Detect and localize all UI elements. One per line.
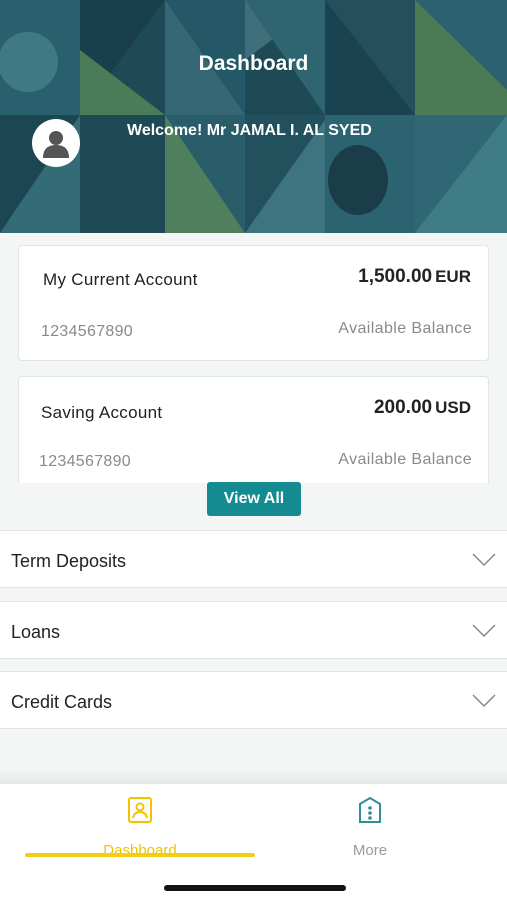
account-card-saving[interactable]: Saving Account 200.00 USD 1234567890 Avai…: [18, 376, 489, 483]
section-term-deposits[interactable]: Term Deposits: [0, 530, 507, 588]
section-loans[interactable]: Loans: [0, 601, 507, 659]
welcome-message: Welcome! Mr JAMAL I. AL SYED: [127, 122, 372, 139]
account-name: My Current Account: [43, 270, 198, 289]
amount-currency: EUR: [435, 267, 471, 286]
dashboard-header: Dashboard Welcome! Mr JAMAL I. AL SYED: [0, 0, 507, 233]
tab-dashboard[interactable]: Dashboard: [25, 796, 255, 859]
section-label: Term Deposits: [11, 551, 127, 571]
avatar[interactable]: [32, 119, 80, 167]
bottom-tab-bar: Dashboard More: [0, 784, 507, 900]
dashboard-icon: [128, 797, 152, 823]
accounts-list: My Current Account 1,500.00 EUR 123456789…: [0, 233, 507, 483]
section-label: Loans: [11, 622, 61, 642]
amount-value: 1,500.00: [358, 266, 433, 287]
account-amount: 200.00 USD: [374, 397, 471, 419]
balance-label: Available Balance: [338, 320, 472, 337]
balance-label: Available Balance: [338, 451, 472, 468]
chevron-down-icon: [472, 553, 496, 567]
header-pattern: [0, 0, 507, 233]
active-tab-indicator: [25, 853, 255, 857]
page-title: Dashboard: [198, 52, 309, 75]
account-number: 1234567890: [41, 323, 133, 340]
amount-value: 200.00: [373, 397, 433, 418]
tab-more[interactable]: More: [255, 796, 485, 859]
account-card-current[interactable]: My Current Account 1,500.00 EUR 123456789…: [18, 245, 489, 361]
account-number: 1234567890: [39, 453, 131, 470]
amount-currency: USD: [435, 398, 471, 417]
section-divider: [0, 770, 507, 784]
user-icon: [43, 131, 69, 158]
section-label: Credit Cards: [11, 692, 113, 712]
chevron-down-icon: [472, 694, 496, 708]
view-all-button[interactable]: View All: [207, 482, 301, 516]
tab-label: More: [352, 842, 388, 859]
chevron-down-icon: [472, 624, 496, 638]
home-indicator[interactable]: [164, 885, 346, 891]
more-icon: [359, 796, 381, 823]
account-name: Saving Account: [41, 403, 163, 422]
account-amount: 1,500.00 EUR: [358, 266, 471, 288]
section-credit-cards[interactable]: Credit Cards: [0, 671, 507, 729]
